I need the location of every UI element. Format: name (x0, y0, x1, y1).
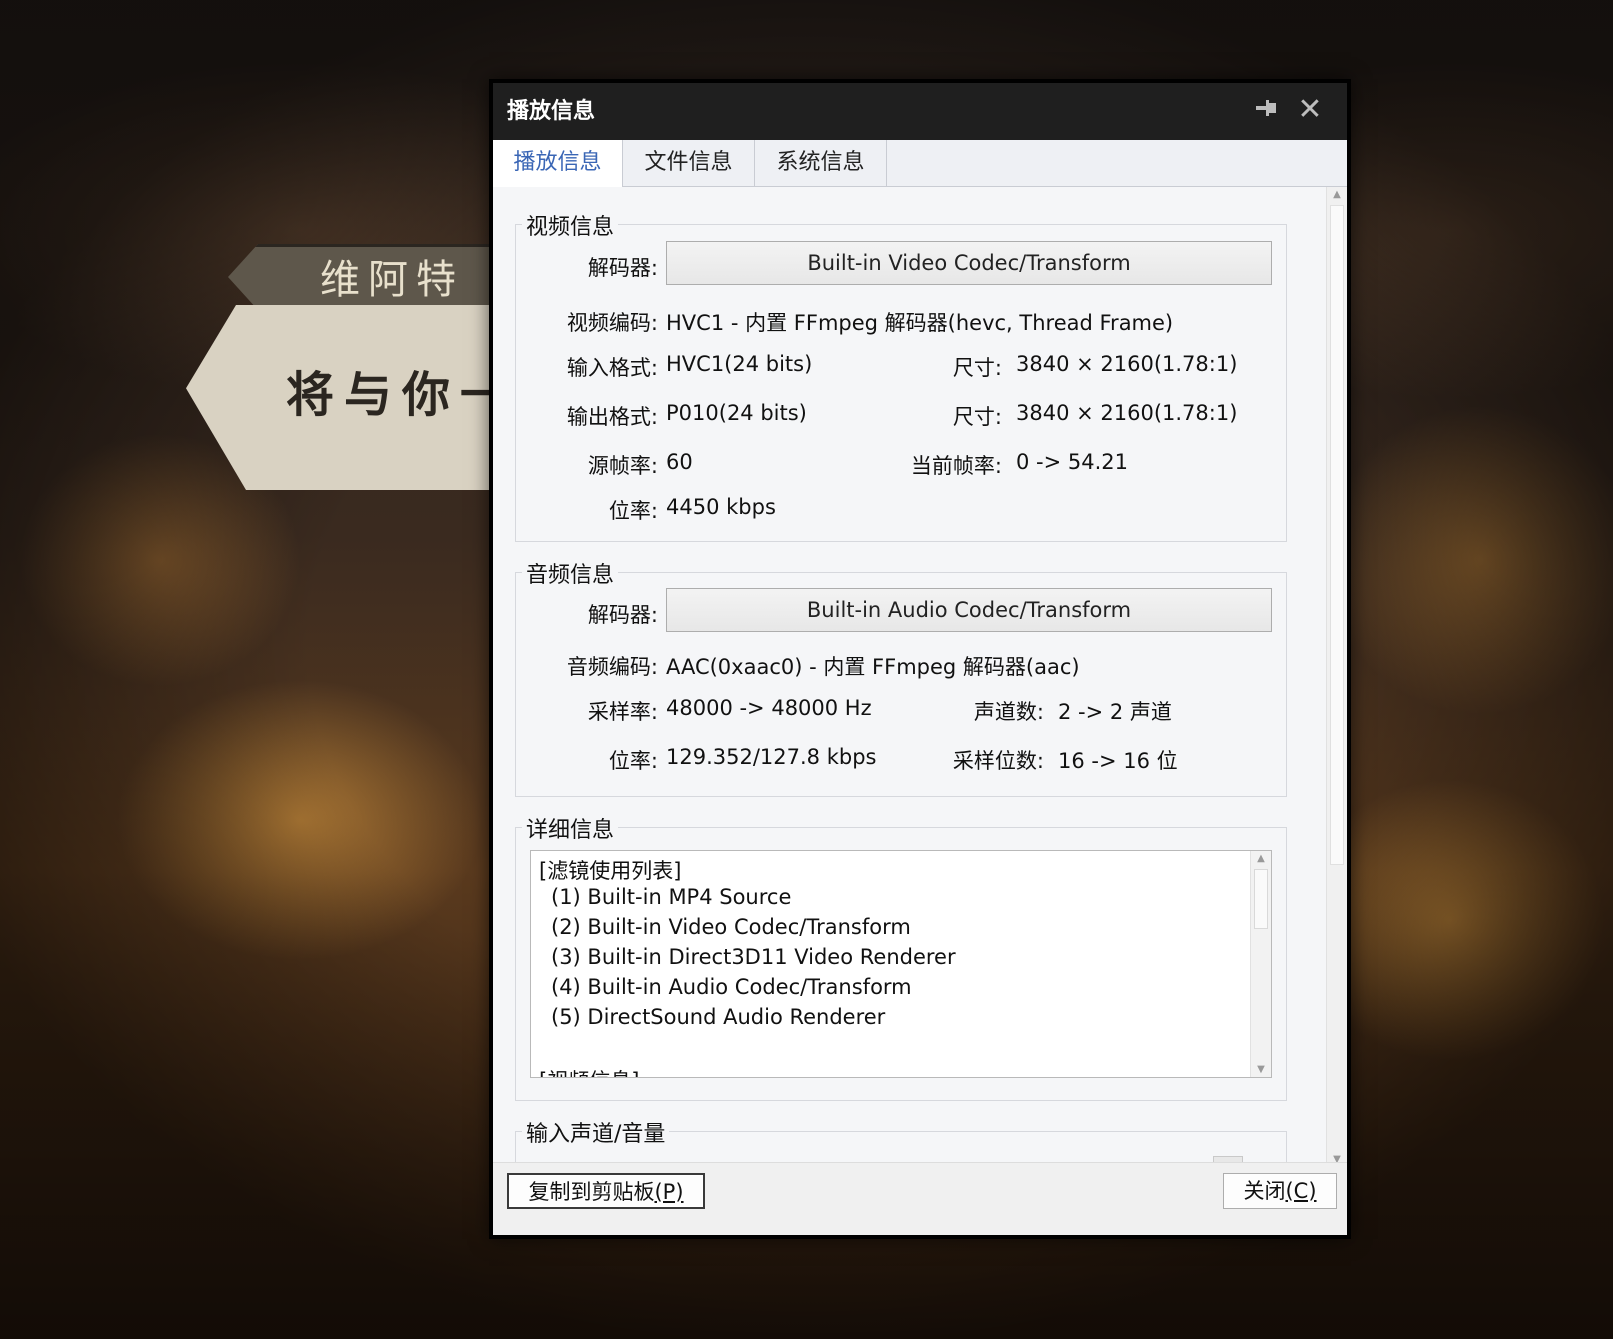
game-banner-name: 维阿特 (228, 244, 528, 310)
detail-line: [视频信息] (539, 1065, 639, 1077)
sample-bits-label: 采样位数: (952, 749, 1044, 773)
source-fps-value: 60 (666, 450, 693, 474)
output-size-label: 尺寸: (952, 405, 1002, 429)
input-size-label: 尺寸: (952, 356, 1002, 380)
close-icon[interactable]: ✕ (1295, 95, 1325, 125)
playback-info-dialog: 播放信息 ✕ 播放信息 文件信息 系统信息 视频信息 解码器: Built-in… (489, 79, 1351, 1239)
sample-bits-value: 16 -> 16 位 (1058, 749, 1178, 773)
close-button-shortcut: (C) (1285, 1179, 1317, 1203)
detail-line: (3) Built-in Direct3D11 Video Renderer (551, 945, 956, 969)
audio-codec-label: 音频编码: (566, 655, 658, 679)
source-fps-label: 源帧率: (587, 454, 658, 478)
content-scroll-thumb[interactable] (1330, 205, 1344, 865)
audio-decoder-label: 解码器: (587, 603, 658, 627)
channels-label: 声道数: (973, 700, 1044, 724)
video-decoder-label: 解码器: (587, 256, 658, 280)
detail-info-group: 详细信息 [滤镜使用列表] (1) Built-in MP4 Source (2… (515, 812, 1287, 1101)
video-info-group: 视频信息 解码器: Built-in Video Codec/Transform… (515, 209, 1287, 542)
audio-group-title: 音频信息 (522, 557, 619, 589)
input-size-value: 3840 × 2160(1.78:1) (1016, 352, 1238, 376)
detail-line: (4) Built-in Audio Codec/Transform (551, 975, 912, 999)
current-fps-label: 当前帧率: (910, 454, 1002, 478)
audio-decoder-button[interactable]: Built-in Audio Codec/Transform (666, 588, 1272, 632)
channels-value: 2 -> 2 声道 (1058, 700, 1172, 724)
detail-line: (2) Built-in Video Codec/Transform (551, 915, 911, 939)
video-codec-label: 视频编码: (566, 311, 658, 335)
detail-scroll-thumb[interactable] (1254, 869, 1268, 929)
tab-bar: 播放信息 文件信息 系统信息 (493, 140, 1347, 187)
input-format-value: HVC1(24 bits) (666, 352, 813, 376)
dialog-title: 播放信息 (507, 99, 596, 124)
input-format-label: 输入格式: (566, 356, 658, 380)
scroll-down-arrow-icon[interactable]: ▼ (1251, 1064, 1271, 1075)
video-decoder-button[interactable]: Built-in Video Codec/Transform (666, 241, 1272, 285)
samplerate-label: 采样率: (587, 700, 658, 724)
scroll-up-arrow-icon[interactable]: ▲ (1251, 853, 1271, 864)
dialog-footer: 复制到剪贴板(P) 关闭(C) (493, 1162, 1347, 1235)
info-content: 视频信息 解码器: Built-in Video Codec/Transform… (493, 187, 1327, 1167)
copy-button-shortcut: (P) (654, 1180, 684, 1204)
detail-line: [滤镜使用列表] (539, 859, 682, 883)
output-size-value: 3840 × 2160(1.78:1) (1016, 401, 1238, 425)
tab-file-info[interactable]: 文件信息 (623, 140, 755, 186)
detail-scrollbar[interactable]: ▲ ▼ (1250, 851, 1271, 1077)
tab-playback-info[interactable]: 播放信息 (493, 140, 623, 187)
audio-bitrate-value: 129.352/127.8 kbps (666, 745, 877, 769)
tab-system-info[interactable]: 系统信息 (755, 140, 887, 186)
detail-line: (5) DirectSound Audio Renderer (551, 1005, 886, 1029)
audio-bitrate-label: 位率: (608, 749, 658, 773)
copy-button-label: 复制到剪贴板 (528, 1180, 655, 1204)
close-button[interactable]: 关闭(C) (1223, 1173, 1337, 1209)
video-bitrate-value: 4450 kbps (666, 495, 776, 519)
video-group-title: 视频信息 (522, 209, 619, 241)
content-scrollbar[interactable]: ▲ ▼ (1326, 187, 1347, 1167)
game-banner-dialog: 将与你一 (186, 305, 506, 490)
input-channels-title: 输入声道/音量 (522, 1116, 670, 1148)
close-button-label: 关闭 (1243, 1179, 1286, 1203)
copy-to-clipboard-button[interactable]: 复制到剪贴板(P) (507, 1173, 705, 1209)
detail-group-title: 详细信息 (522, 812, 619, 844)
audio-info-group: 音频信息 解码器: Built-in Audio Codec/Transform… (515, 557, 1287, 797)
title-bar[interactable]: 播放信息 ✕ (493, 83, 1347, 140)
detail-textarea[interactable]: [滤镜使用列表] (1) Built-in MP4 Source (2) Bui… (530, 850, 1272, 1078)
scroll-up-arrow-icon[interactable]: ▲ (1327, 189, 1347, 200)
pin-icon[interactable] (1251, 95, 1281, 125)
output-format-label: 输出格式: (566, 405, 658, 429)
current-fps-value: 0 -> 54.21 (1016, 450, 1129, 474)
video-bitrate-label: 位率: (608, 499, 658, 523)
output-format-value: P010(24 bits) (666, 401, 807, 425)
detail-line: (1) Built-in MP4 Source (551, 885, 792, 909)
video-codec-value: HVC1 - 内置 FFmpeg 解码器(hevc, Thread Frame) (666, 311, 1174, 335)
samplerate-value: 48000 -> 48000 Hz (666, 696, 872, 720)
audio-codec-value: AAC(0xaac0) - 内置 FFmpeg 解码器(aac) (666, 655, 1080, 679)
